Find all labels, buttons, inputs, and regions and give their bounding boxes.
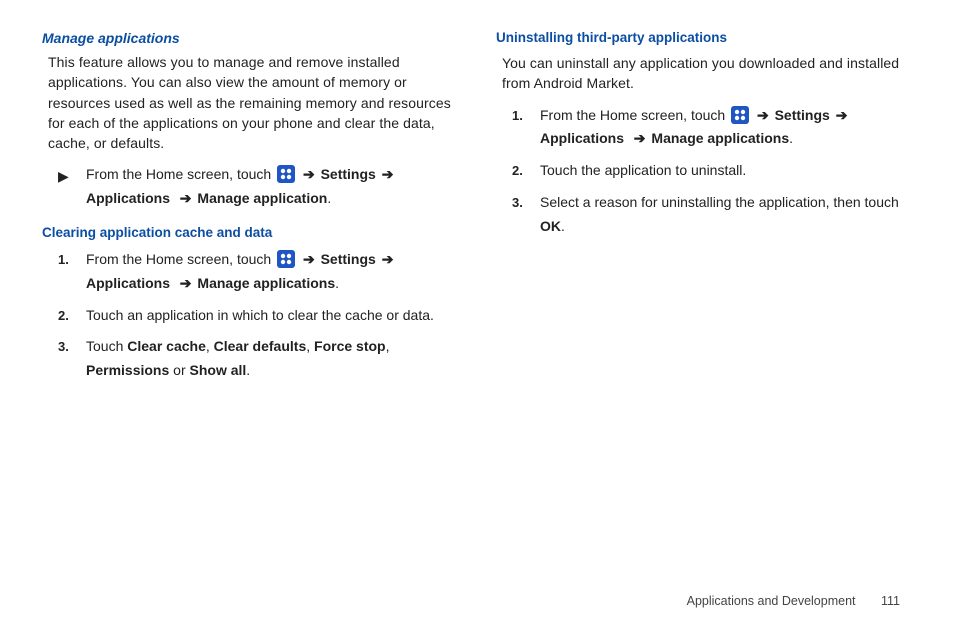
page-number: 111 [881, 594, 900, 608]
step-2: 2. Touch an application in which to clea… [58, 304, 458, 328]
step-number: 1. [512, 104, 540, 127]
arrow-icon: ➔ [301, 163, 317, 187]
end-dot: . [561, 218, 565, 234]
settings-label: Settings [775, 107, 830, 123]
applications-label: Applications [86, 275, 170, 291]
bullet-pre-text: From the Home screen, touch [86, 166, 275, 182]
step-pre-text: From the Home screen, touch [540, 107, 729, 123]
manage-applications-label: Manage applications [197, 275, 335, 291]
step-pre-text: From the Home screen, touch [86, 251, 275, 267]
settings-label: Settings [321, 251, 376, 267]
step-number: 2. [512, 159, 540, 182]
page-footer: Applications and Development 111 [687, 594, 900, 608]
end-dot: . [246, 362, 250, 378]
left-column: Manage applications This feature allows … [42, 30, 458, 387]
ok-label: OK [540, 218, 561, 234]
right-column: Uninstalling third-party applications Yo… [496, 30, 912, 387]
arrow-icon: ➔ [178, 187, 194, 211]
step-content: Touch an application in which to clear t… [86, 304, 458, 328]
apps-grid-icon [277, 250, 295, 268]
or-text: or [169, 362, 189, 378]
step-3: 3. Select a reason for uninstalling the … [512, 191, 912, 239]
arrow-icon: ➔ [178, 272, 194, 296]
step-number: 3. [58, 335, 86, 358]
arrow-icon: ➔ [380, 248, 396, 272]
show-all-label: Show all [190, 362, 247, 378]
permissions-label: Permissions [86, 362, 169, 378]
step-number: 3. [512, 191, 540, 214]
play-bullet-icon: ▶ [58, 163, 86, 189]
step-3: 3. Touch Clear cache, Clear defaults, Fo… [58, 335, 458, 383]
bullet-content: From the Home screen, touch ➔ Settings ➔… [86, 163, 458, 211]
intro-paragraph: This feature allows you to manage and re… [48, 52, 458, 153]
step-content: From the Home screen, touch ➔ Settings ➔… [540, 104, 912, 152]
clear-cache-label: Clear cache [127, 338, 206, 354]
arrow-icon: ➔ [301, 248, 317, 272]
step-content: Touch Clear cache, Clear defaults, Force… [86, 335, 458, 383]
heading-manage-applications: Manage applications [42, 30, 458, 46]
manage-applications-label: Manage applications [651, 130, 789, 146]
settings-label: Settings [321, 166, 376, 182]
heading-clearing-cache: Clearing application cache and data [42, 225, 458, 240]
footer-section: Applications and Development [687, 594, 856, 608]
applications-label: Applications [86, 190, 170, 206]
applications-label: Applications [540, 130, 624, 146]
arrow-icon: ➔ [755, 104, 771, 128]
arrow-icon: ➔ [380, 163, 396, 187]
heading-uninstalling: Uninstalling third-party applications [496, 30, 912, 45]
step-content: Touch the application to uninstall. [540, 159, 912, 183]
force-stop-label: Force stop [314, 338, 386, 354]
step-1: 1. From the Home screen, touch ➔ Setting… [58, 248, 458, 296]
page: Manage applications This feature allows … [0, 0, 954, 387]
bullet-row: ▶ From the Home screen, touch ➔ Settings… [58, 163, 458, 211]
touch-pre: Touch [86, 338, 127, 354]
step-pre-text: Select a reason for uninstalling the app… [540, 194, 899, 210]
step-2: 2. Touch the application to uninstall. [512, 159, 912, 183]
intro-paragraph: You can uninstall any application you do… [502, 53, 912, 94]
step-content: Select a reason for uninstalling the app… [540, 191, 912, 239]
apps-grid-icon [277, 165, 295, 183]
manage-application-label: Manage application [197, 190, 327, 206]
step-content: From the Home screen, touch ➔ Settings ➔… [86, 248, 458, 296]
step-number: 2. [58, 304, 86, 327]
arrow-icon: ➔ [632, 127, 648, 151]
step-1: 1. From the Home screen, touch ➔ Setting… [512, 104, 912, 152]
apps-grid-icon [731, 106, 749, 124]
arrow-icon: ➔ [834, 104, 850, 128]
clear-defaults-label: Clear defaults [214, 338, 307, 354]
step-number: 1. [58, 248, 86, 271]
